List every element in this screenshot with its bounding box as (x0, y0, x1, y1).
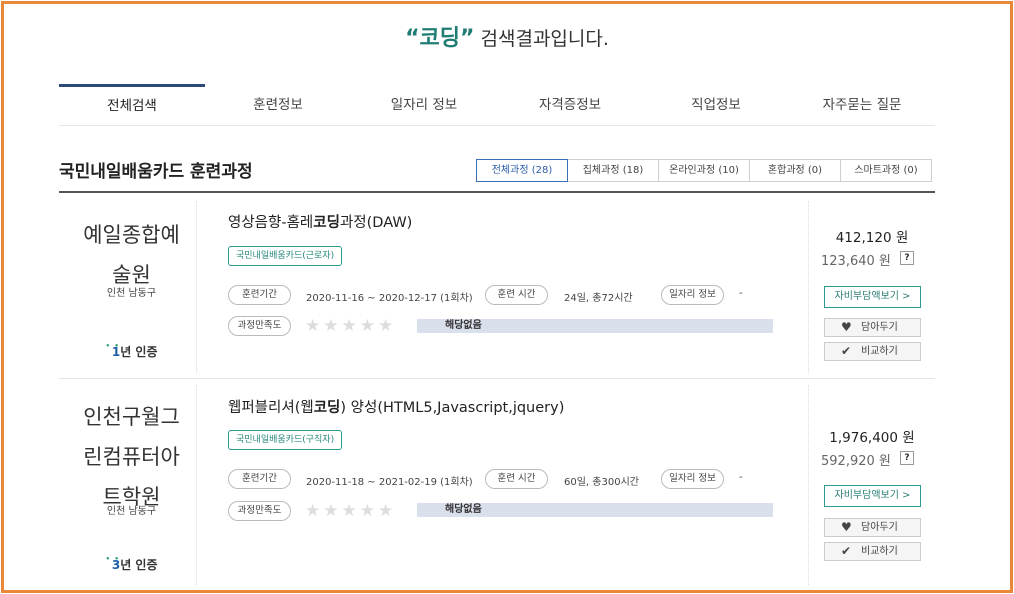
search-tabs: 전체검색 훈련정보 일자리 정보 자격증정보 직업정보 자주묻는 질문 (59, 84, 935, 126)
heart-icon: ♥ (841, 520, 852, 534)
period-label: 훈련기간 (228, 285, 291, 305)
wishlist-button[interactable]: ♥ 담아두기 (824, 518, 921, 537)
tuition-price: 1,976,400 원 (829, 430, 915, 446)
satisfaction-label: 과정만족도 (228, 316, 291, 336)
search-result-heading: “코딩” 검색결과입니다. (0, 20, 1014, 52)
self-pay-price: 123,640 원 (821, 254, 891, 269)
course-title[interactable]: 영상음향-홈레코딩과정(DAW) (228, 211, 412, 232)
course-title[interactable]: 웹퍼블리셔(웹코딩) 양성(HTML5,Javascript,jquery) (228, 396, 564, 417)
tab-faq[interactable]: 자주묻는 질문 (789, 84, 935, 125)
filter-blended-courses[interactable]: 혼합과정 (0) (749, 159, 841, 182)
hours-value: 24일, 총72시간 (564, 293, 633, 304)
period-value: 2020-11-18 ~ 2021-02-19 (1회차) (306, 477, 473, 488)
institution-location: 인천 남동구 (106, 288, 157, 299)
cert-dots-icon: • • (105, 555, 120, 563)
card-type-badge: 국민내일배움카드(근로자) (228, 246, 343, 266)
search-keyword: “코딩” (405, 26, 475, 51)
tuition-price: 412,120 원 (835, 230, 909, 246)
job-info-value: - (739, 472, 743, 483)
cert-dots-icon: • • (105, 342, 120, 350)
course-card: 예일종합예 술원 인천 남동구 • •1년 인증 영상음향-홈레코딩과정(DAW… (59, 193, 935, 378)
search-result-suffix: 검색결과입니다. (474, 28, 609, 50)
job-info-label: 일자리 정보 (661, 469, 724, 489)
period-label: 훈련기간 (228, 469, 291, 489)
heart-icon: ♥ (841, 320, 852, 334)
course-card: 인천구월그 린컴퓨터아 트학원 인천 남동구 • •3년 인증 웹퍼블리셔(웹코… (59, 379, 935, 591)
compare-button[interactable]: ✔ 비교하기 (824, 342, 921, 361)
certification-badge: • •3년 인증 (105, 555, 158, 572)
rating-stars-icon: ★★★★★ (305, 501, 397, 521)
hours-label: 훈련 시간 (485, 469, 548, 489)
tab-all[interactable]: 전체검색 (59, 84, 205, 125)
tab-jobs[interactable]: 일자리 정보 (351, 84, 497, 125)
tab-certificates[interactable]: 자격증정보 (497, 84, 643, 125)
card-divider (808, 385, 809, 585)
job-info-label: 일자리 정보 (661, 285, 724, 305)
check-icon: ✔ (841, 544, 852, 558)
help-icon[interactable]: ? (900, 451, 914, 465)
satisfaction-label: 과정만족도 (228, 501, 291, 521)
rating-bar: 해당없음 (417, 503, 773, 517)
compare-button[interactable]: ✔ 비교하기 (824, 542, 921, 561)
filter-online-courses[interactable]: 온라인과정 (10) (658, 159, 750, 182)
job-info-value: - (739, 288, 743, 299)
course-type-filters: 전체과정 (28) 집체과정 (18) 온라인과정 (10) 혼합과정 (0) … (476, 159, 932, 182)
rating-stars-icon: ★★★★★ (305, 316, 397, 336)
period-value: 2020-11-16 ~ 2020-12-17 (1회차) (306, 293, 473, 304)
check-icon: ✔ (841, 344, 852, 358)
self-pay-button[interactable]: 자비부담액보기 > (824, 485, 921, 507)
help-icon[interactable]: ? (900, 251, 914, 265)
filter-smart-courses[interactable]: 스마트과정 (0) (840, 159, 932, 182)
self-pay-price: 592,920 원 (821, 454, 891, 469)
certification-badge: • •1년 인증 (105, 342, 158, 359)
rating-bar: 해당없음 (417, 319, 773, 333)
card-type-badge: 국민내일배움카드(구직자) (228, 430, 343, 450)
self-pay-button[interactable]: 자비부담액보기 > (824, 286, 921, 308)
institution-name[interactable]: 인천구월그 린컴퓨터아 트학원 (59, 397, 204, 517)
tab-training[interactable]: 훈련정보 (205, 84, 351, 125)
filter-classroom-courses[interactable]: 집체과정 (18) (567, 159, 659, 182)
wishlist-button[interactable]: ♥ 담아두기 (824, 318, 921, 337)
hours-label: 훈련 시간 (485, 285, 548, 305)
hours-value: 60일, 총300시간 (564, 477, 639, 488)
institution-location: 인천 남동구 (106, 506, 157, 517)
institution-name[interactable]: 예일종합예 술원 (59, 215, 204, 295)
filter-all-courses[interactable]: 전체과정 (28) (476, 159, 568, 182)
tab-occupations[interactable]: 직업정보 (643, 84, 789, 125)
section-title: 국민내일배움카드 훈련과정 (59, 162, 253, 182)
